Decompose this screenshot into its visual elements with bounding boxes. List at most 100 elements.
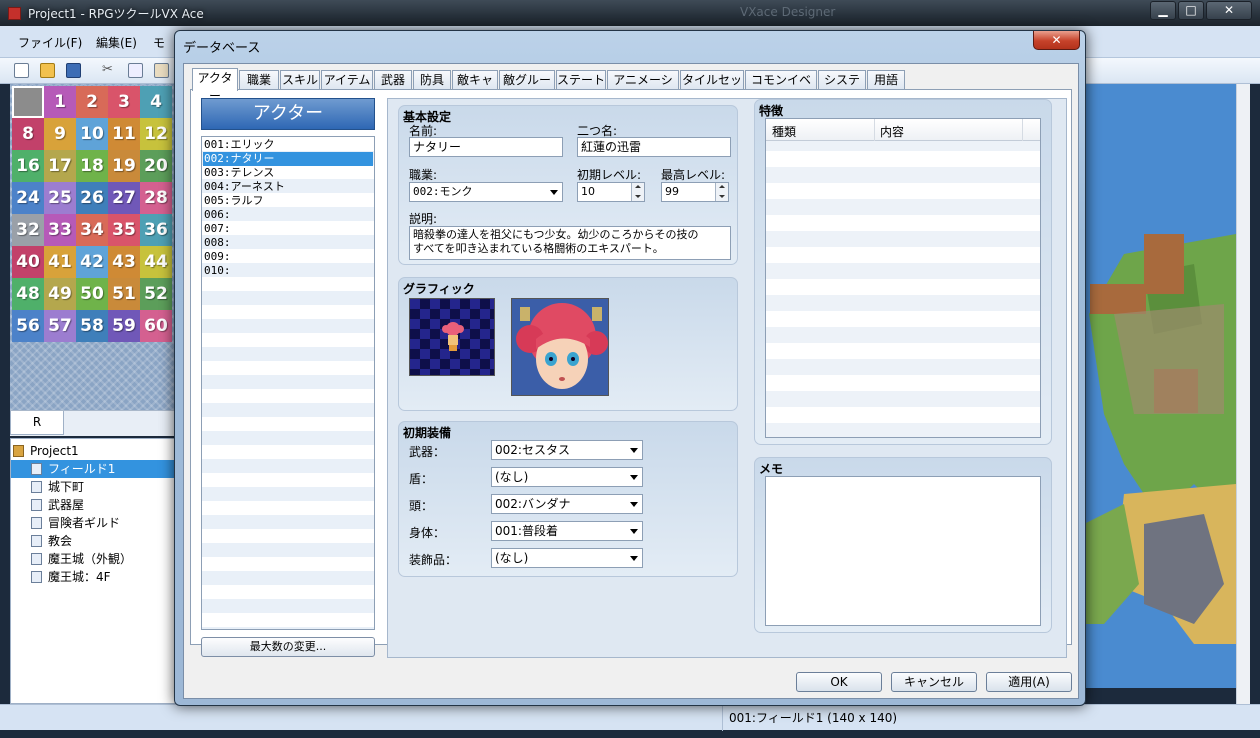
tab-database[interactable]: 武器 [374,70,412,90]
map-vertical-scrollbar[interactable] [1236,84,1250,704]
equipment-select[interactable]: (なし) [491,467,643,487]
menu-file[interactable]: ファイル(F) [18,34,82,51]
tab-database[interactable]: 用語 [867,70,905,90]
palette-tile[interactable]: 17 [44,150,76,182]
change-max-button[interactable]: 最大数の変更... [201,637,375,657]
actor-list-item[interactable]: 006: [203,208,373,222]
map-tree-item[interactable]: フィールド1 [11,460,175,478]
menu-mode[interactable]: モ [153,34,165,51]
spin-down-icon[interactable] [715,192,728,201]
equipment-select[interactable]: 002:バンダナ [491,494,643,514]
palette-tile[interactable]: 28 [140,182,172,214]
palette-tile[interactable]: 18 [76,150,108,182]
palette-tile[interactable]: 49 [44,278,76,310]
palette-tile[interactable]: 35 [108,214,140,246]
tab-database[interactable]: システム [818,70,866,105]
face-graphic[interactable] [511,298,609,396]
palette-tile[interactable]: 34 [76,214,108,246]
map-tree-item[interactable]: 教会 [11,532,175,550]
palette-tile[interactable]: 11 [108,118,140,150]
palette-tile[interactable]: 25 [44,182,76,214]
equipment-select[interactable]: 001:普段着 [491,521,643,541]
actor-list-item[interactable]: 007: [203,222,373,236]
palette-tile[interactable]: 4 [140,86,172,118]
tab-database[interactable]: アイテム [321,70,373,90]
actor-list-item[interactable]: 002:ナタリー [203,152,373,166]
features-table[interactable]: 種類 内容 [765,118,1041,438]
actor-list-item[interactable]: 009: [203,250,373,264]
maximize-button[interactable]: □ [1178,1,1204,20]
cut-icon[interactable]: ✂ [102,63,117,78]
palette-tile[interactable]: 52 [140,278,172,310]
actor-list-item[interactable]: 005:ラルフ [203,194,373,208]
menu-edit[interactable]: 編集(E) [96,34,137,51]
initial-level-stepper[interactable]: 10 [577,182,645,202]
open-folder-icon[interactable] [40,63,55,78]
tab-database[interactable]: アクター [192,68,238,103]
ok-button[interactable]: OK [796,672,882,692]
palette-tile[interactable]: 26 [76,182,108,214]
paste-icon[interactable] [154,63,169,78]
spin-up-icon[interactable] [715,183,728,192]
features-col-content[interactable]: 内容 [880,123,904,140]
palette-tile[interactable]: 12 [140,118,172,150]
palette-tile[interactable]: 2 [76,86,108,118]
actor-list[interactable]: 001:エリック 002:ナタリー 003:テレンス 004:アーネスト 005:ラルフ… [201,136,375,630]
palette-tile[interactable]: 24 [12,182,44,214]
palette-tile[interactable]: 36 [140,214,172,246]
tile-palette[interactable]: 1 2 3 4 8 9 10 11 12 16 17 18 19 20 24 25 26 27 28 32 33 34 35… [10,84,174,410]
palette-tile[interactable]: 43 [108,246,140,278]
palette-tile[interactable]: 16 [12,150,44,182]
map-tree-item[interactable]: 魔王城（外観） [11,550,175,568]
new-icon[interactable] [14,63,29,78]
palette-tile[interactable]: 10 [76,118,108,150]
palette-tile[interactable]: 51 [108,278,140,310]
save-icon[interactable] [66,63,81,78]
palette-tile[interactable]: 3 [108,86,140,118]
main-close-button[interactable]: ✕ [1206,1,1252,20]
palette-tile[interactable]: 9 [44,118,76,150]
palette-tile[interactable]: 32 [12,214,44,246]
tab-database[interactable]: 防具 [413,70,451,90]
palette-tile[interactable]: 41 [44,246,76,278]
character-graphic[interactable] [409,298,495,376]
tab-database[interactable]: コモンイベント [745,70,817,105]
name-field[interactable]: ナタリー [409,137,563,157]
palette-tile[interactable]: 1 [44,86,76,118]
tab-database[interactable]: アニメーション [607,70,679,105]
palette-tile[interactable]: 40 [12,246,44,278]
actor-list-item[interactable]: 008: [203,236,373,250]
palette-tile[interactable]: 33 [44,214,76,246]
copy-icon[interactable] [128,63,143,78]
palette-tile[interactable] [12,86,44,118]
tab-database[interactable]: タイルセット [680,70,744,105]
map-tree[interactable]: Project1 フィールド1 城下町 武器屋 冒険者ギルド 教会 魔王城（外観） 魔王城：… [10,438,176,704]
map-canvas[interactable] [1084,84,1236,688]
nickname-field[interactable]: 紅蓮の迅雷 [577,137,731,157]
map-tree-item[interactable]: 魔王城：4F [11,568,175,586]
palette-tile[interactable]: 8 [12,118,44,150]
description-field[interactable]: 暗殺拳の達人を祖父にもつ少女。幼少のころからその技の すべてを叩き込まれている格… [409,226,731,260]
actor-list-item[interactable]: 004:アーネスト [203,180,373,194]
map-tree-item[interactable]: 城下町 [11,478,175,496]
features-col-type[interactable]: 種類 [772,123,796,140]
map-tree-item[interactable]: 冒険者ギルド [11,514,175,532]
palette-tile[interactable]: 56 [12,310,44,342]
map-tree-root[interactable]: Project1 [13,442,177,460]
equipment-select[interactable]: (なし) [491,548,643,568]
spin-down-icon[interactable] [631,192,644,201]
palette-tile[interactable]: 59 [108,310,140,342]
class-select[interactable]: 002:モンク [409,182,563,202]
spin-up-icon[interactable] [631,183,644,192]
max-level-stepper[interactable]: 99 [661,182,729,202]
equipment-select[interactable]: 002:セスタス [491,440,643,460]
map-tree-item[interactable]: 武器屋 [11,496,175,514]
actor-list-item[interactable]: 003:テレンス [203,166,373,180]
palette-tile[interactable]: 58 [76,310,108,342]
palette-tile[interactable]: 57 [44,310,76,342]
actor-list-item[interactable]: 010: [203,264,373,278]
tab-database[interactable]: ステート [556,70,606,90]
tab-database[interactable]: 敵グループ [499,70,555,105]
memo-field[interactable] [765,476,1041,626]
palette-tile[interactable]: 50 [76,278,108,310]
